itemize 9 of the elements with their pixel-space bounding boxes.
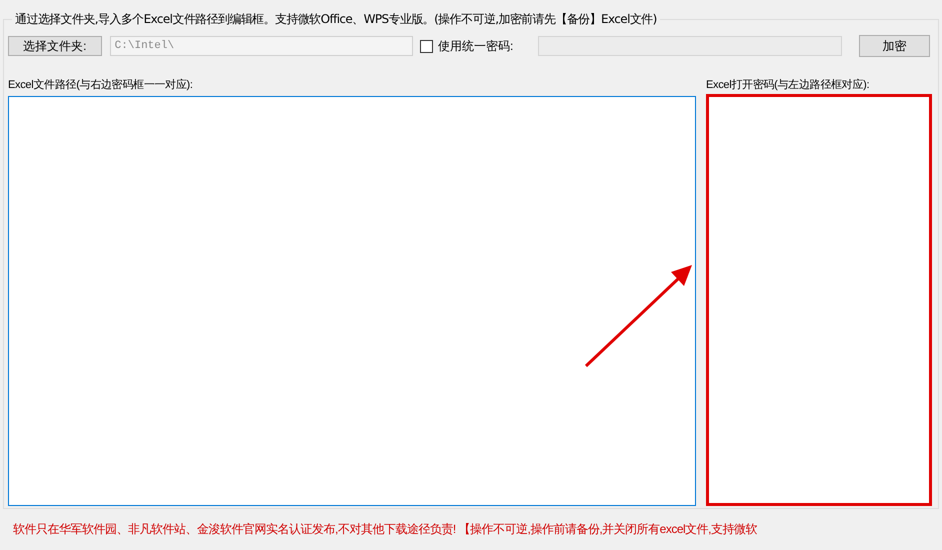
passwords-textarea[interactable]	[706, 94, 932, 506]
group-title: 通过选择文件夹,导入多个Excel文件路径到编辑框。支持微软Office、WPS专业版。(操作不可逆,加密前请先【备份】Excel文件)	[12, 11, 660, 27]
passwords-label: Excel打开密码(与左边路径框对应):	[706, 78, 870, 92]
paths-label: Excel文件路径(与右边密码框一一对应):	[8, 78, 194, 92]
encrypt-button[interactable]: 加密	[858, 35, 930, 57]
unified-password-checkbox[interactable]	[420, 40, 433, 52]
unified-password-label: 使用统一密码:	[438, 38, 514, 55]
footer-notice: 软件只在华军软件园、非凡软件站、金浚软件官网实名认证发布,不对其他下载途径负责! 【操作不可逆,操作前请备份,并关闭所有excel文件,支持微软	[13, 521, 758, 538]
select-folder-button[interactable]: 选择文件夹:	[8, 36, 102, 56]
